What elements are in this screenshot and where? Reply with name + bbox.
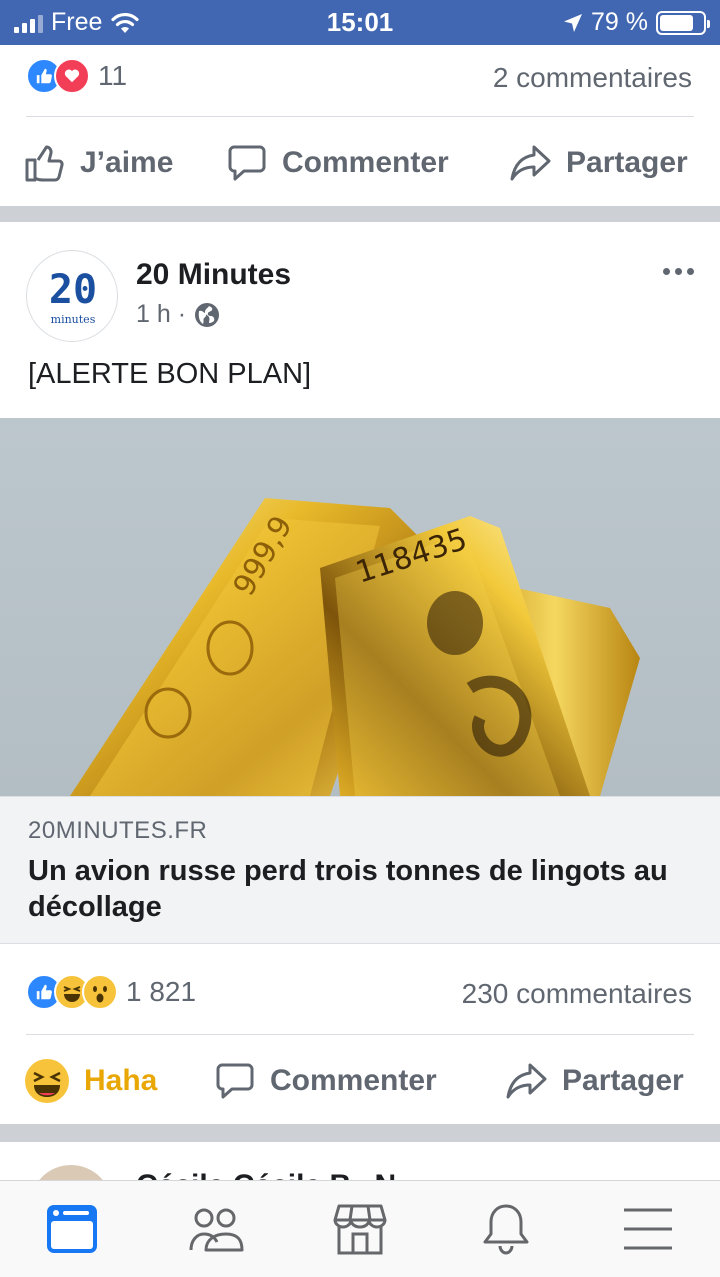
link-title: Un avion russe perd trois tonnes de ling…	[28, 855, 668, 923]
location-arrow-icon	[564, 13, 583, 32]
reactions-summary[interactable]: 1 821	[26, 974, 196, 1010]
like-button[interactable]: J’aime	[24, 118, 173, 208]
share-label: Partager	[562, 1064, 684, 1097]
wow-reaction-icon	[82, 974, 118, 1010]
comment-button[interactable]: Commenter	[214, 1036, 437, 1126]
comments-count[interactable]: 230 commentaires	[462, 978, 692, 1010]
battery-icon	[656, 10, 710, 35]
feed-separator	[0, 206, 720, 222]
share-label: Partager	[566, 146, 688, 179]
share-icon	[510, 145, 551, 181]
avatar-logo-subtext: minutes	[51, 313, 96, 326]
avatar-logo-text: 20	[49, 267, 97, 313]
haha-button[interactable]: Haha	[24, 1036, 157, 1126]
marketplace-icon	[333, 1204, 387, 1255]
status-bar: Free 15:01 79 %	[0, 0, 720, 45]
post-time[interactable]: 1 h ·	[136, 300, 186, 329]
tab-friends[interactable]	[186, 1199, 246, 1259]
more-options-icon[interactable]	[663, 268, 694, 275]
reactions-summary[interactable]: 11	[26, 58, 127, 94]
status-bar-right: 79 %	[563, 8, 710, 37]
page-name[interactable]: 20 Minutes	[136, 258, 291, 292]
article-image[interactable]: 999,9 118435	[0, 418, 720, 796]
link-preview[interactable]: 20MINUTES.FR Un avion russe perd trois t…	[0, 796, 720, 944]
post-meta: 1 h ·	[136, 300, 220, 329]
friends-icon	[189, 1208, 244, 1252]
post-actions: Haha Commenter Partager	[0, 1036, 720, 1126]
reaction-count: 11	[98, 60, 128, 91]
tab-marketplace[interactable]	[330, 1199, 390, 1259]
bottom-tab-bar	[0, 1180, 720, 1277]
notifications-icon	[483, 1204, 529, 1255]
comments-count[interactable]: 2 commentaires	[493, 62, 692, 94]
comment-icon	[216, 1063, 254, 1099]
page-avatar[interactable]: 20 minutes	[26, 250, 118, 342]
comment-label: Commenter	[282, 146, 449, 179]
previous-post-actions: J’aime Commenter Partager	[0, 118, 720, 208]
comment-icon	[228, 145, 266, 181]
feed-separator	[0, 1124, 720, 1142]
post-stats: 1 821 230 commentaires	[0, 964, 720, 1020]
battery-fill	[660, 14, 694, 31]
share-button[interactable]: Partager	[508, 118, 688, 208]
previous-post-stats: 11 2 commentaires	[0, 48, 720, 104]
haha-label: Haha	[84, 1064, 158, 1097]
tab-menu[interactable]	[618, 1199, 678, 1259]
tab-news-feed[interactable]	[42, 1199, 102, 1259]
thumbs-up-icon	[25, 145, 64, 182]
menu-icon	[624, 1208, 672, 1250]
divider	[26, 116, 694, 117]
link-domain: 20MINUTES.FR	[28, 817, 208, 844]
comment-label: Commenter	[270, 1064, 437, 1097]
battery-percent: 79 %	[591, 8, 648, 36]
news-feed-icon	[47, 1205, 97, 1253]
like-label: J’aime	[80, 146, 174, 179]
globe-icon	[195, 302, 220, 327]
divider	[26, 1034, 694, 1035]
comment-button[interactable]: Commenter	[226, 118, 449, 208]
share-icon	[506, 1063, 547, 1099]
love-reaction-icon	[54, 58, 90, 94]
reaction-count: 1 821	[126, 976, 197, 1007]
tab-notifications[interactable]	[476, 1199, 536, 1259]
haha-icon	[25, 1059, 69, 1103]
post-text: [ALERTE BON PLAN]	[28, 358, 312, 390]
share-button[interactable]: Partager	[504, 1036, 684, 1126]
